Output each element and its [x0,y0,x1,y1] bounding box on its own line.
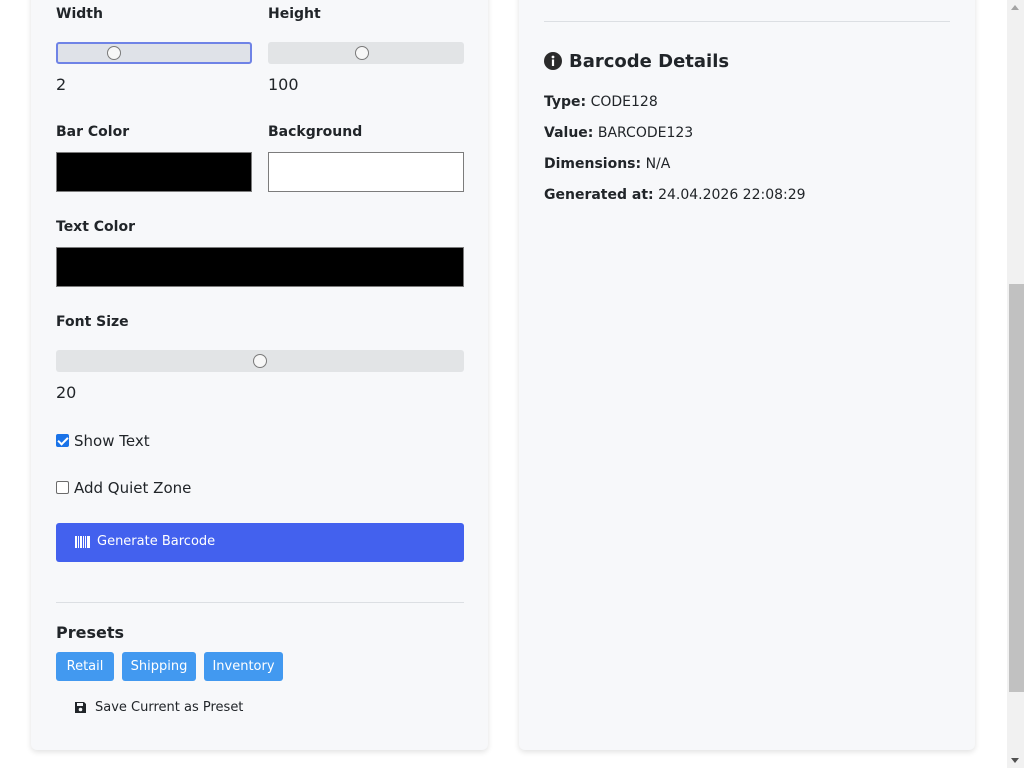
detail-value: Value: BARCODE123 [544,125,693,141]
info-circle-icon [544,52,562,75]
font-size-slider-thumb[interactable] [253,354,267,368]
detail-type-value: CODE128 [590,94,658,110]
scroll-up-arrow-icon[interactable] [1011,5,1019,10]
detail-generated-label: Generated at: [544,187,654,203]
details-panel [519,0,975,750]
preset-shipping-button[interactable]: Shipping [122,652,196,681]
background-label: Background [268,124,363,140]
quiet-zone-label[interactable]: Add Quiet Zone [74,479,191,497]
generate-barcode-label: Generate Barcode [97,534,216,549]
details-divider [544,21,950,22]
preset-retail-button[interactable]: Retail [56,652,114,681]
detail-dimensions: Dimensions: N/A [544,156,670,172]
scroll-down-arrow-icon[interactable] [1011,758,1019,763]
generate-barcode-button[interactable]: Generate Barcode [56,523,464,562]
detail-value-label: Value: [544,125,594,141]
detail-dimensions-label: Dimensions: [544,156,642,172]
bar-color-label: Bar Color [56,124,130,140]
height-slider-thumb[interactable] [355,46,370,60]
detail-generated: Generated at: 24.04.2026 22:08:29 [544,187,806,203]
width-label: Width [56,6,103,22]
text-color-label: Text Color [56,219,135,235]
font-size-value: 20 [56,383,77,402]
background-color-picker[interactable] [268,152,464,192]
show-text-checkbox[interactable] [56,434,69,447]
show-text-label[interactable]: Show Text [74,432,150,450]
page-scrollbar[interactable] [1007,0,1024,768]
barcode-icon [75,536,90,552]
floppy-disk-icon [74,701,87,718]
height-label: Height [268,6,321,22]
width-slider-thumb[interactable] [106,46,121,60]
width-value: 2 [56,75,67,94]
font-size-label: Font Size [56,314,129,330]
width-slider[interactable] [56,42,252,64]
height-slider[interactable] [268,42,464,64]
font-size-slider[interactable] [56,350,464,372]
detail-type: Type: CODE128 [544,94,658,110]
presets-divider [56,602,464,603]
scrollbar-thumb[interactable] [1009,284,1024,692]
detail-value-value: BARCODE123 [597,125,694,141]
detail-generated-value: 24.04.2026 22:08:29 [658,187,806,203]
detail-type-label: Type: [544,94,587,110]
height-value: 100 [268,75,299,94]
details-title: Barcode Details [569,51,730,72]
presets-title: Presets [56,623,125,642]
save-preset-label: Save Current as Preset [95,700,244,715]
text-color-picker[interactable] [56,247,464,287]
detail-dimensions-value: N/A [645,156,671,172]
preset-inventory-button[interactable]: Inventory [204,652,283,681]
quiet-zone-checkbox[interactable] [56,481,69,494]
bar-color-picker[interactable] [56,152,252,192]
